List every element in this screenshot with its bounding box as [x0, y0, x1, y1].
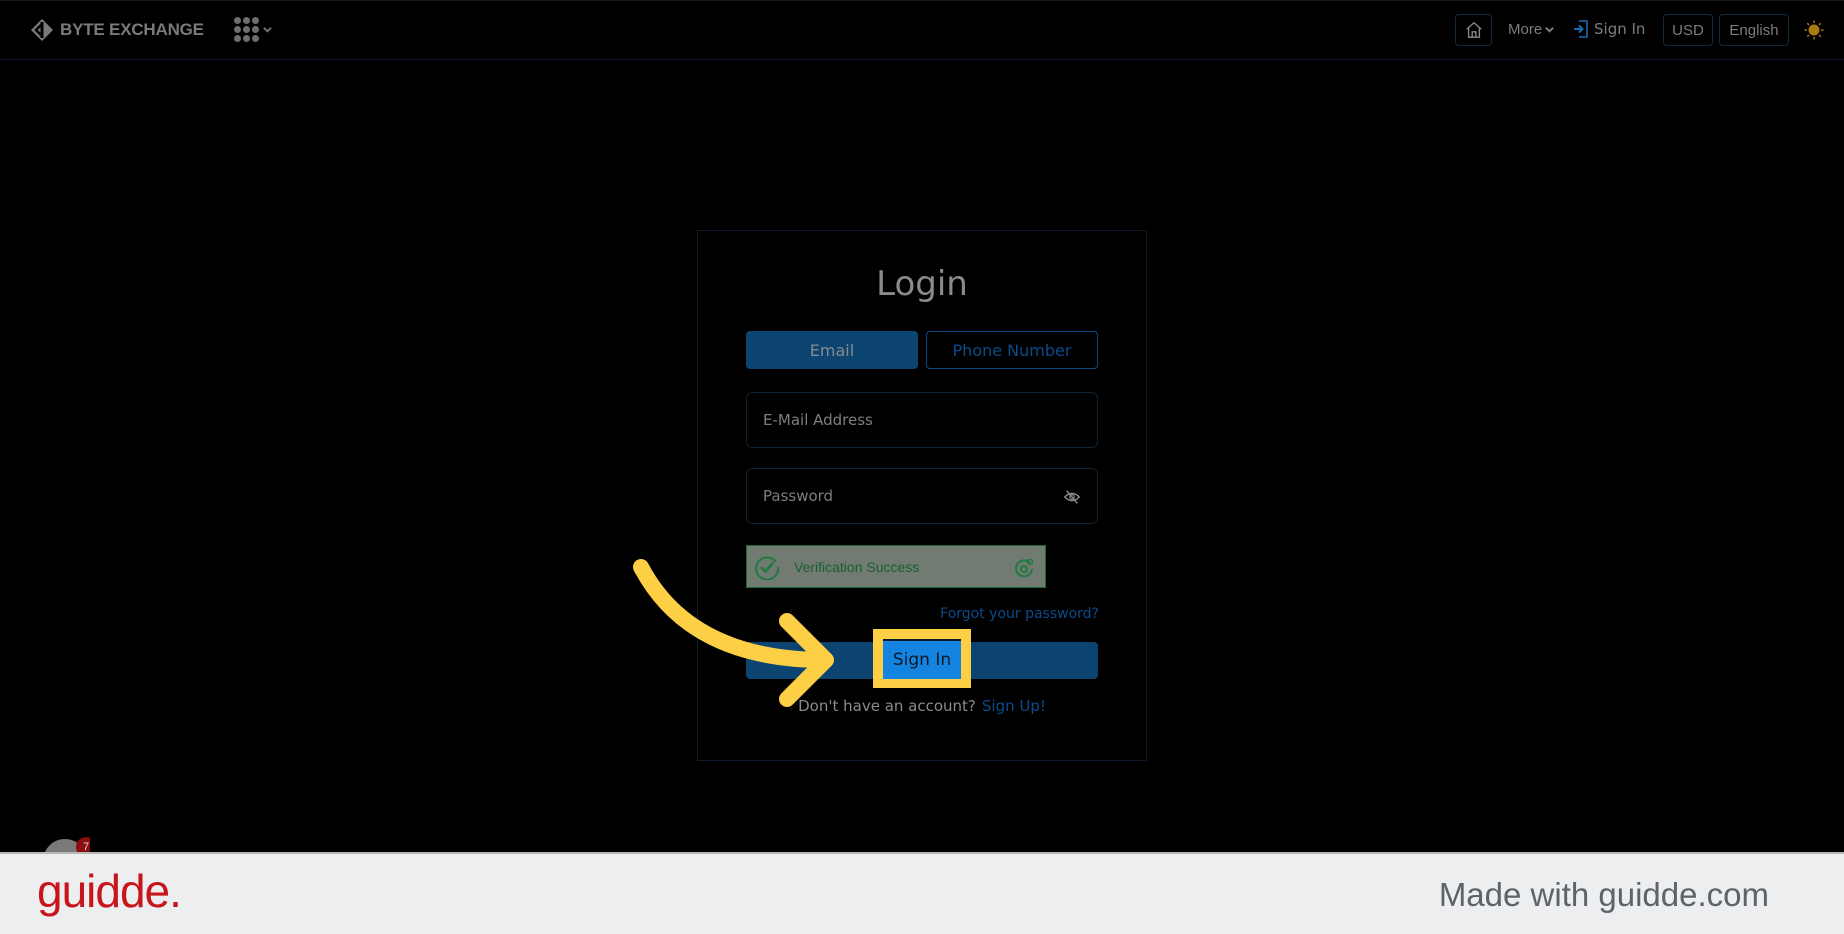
- byte-exchange-logo-icon: [31, 19, 53, 41]
- eye-off-icon[interactable]: [1063, 488, 1081, 506]
- apps-grid-icon: [234, 17, 259, 42]
- apps-menu-button[interactable]: [234, 17, 272, 42]
- email-field[interactable]: [746, 392, 1098, 448]
- home-icon: [1465, 21, 1482, 38]
- sign-up-link[interactable]: Sign Up!: [982, 697, 1046, 715]
- currency-selector[interactable]: USD: [1663, 14, 1713, 46]
- guidde-footer: guidde. Made with guidde.com: [0, 852, 1844, 934]
- highlight-box: Sign In: [873, 629, 971, 688]
- email-input[interactable]: [763, 411, 1063, 429]
- sign-in-label: Sign In: [1594, 20, 1646, 38]
- captcha-verification: Verification Success: [746, 545, 1046, 588]
- sign-in-button-label[interactable]: Sign In: [883, 639, 961, 679]
- language-selector[interactable]: English: [1719, 14, 1789, 46]
- password-input[interactable]: [763, 487, 1063, 505]
- guidde-logo: guidde.: [37, 865, 182, 917]
- home-button[interactable]: [1455, 14, 1492, 46]
- password-field[interactable]: [746, 468, 1098, 524]
- login-title: Login: [876, 264, 968, 304]
- brand-logo[interactable]: BYTE EXCHANGE: [30, 18, 204, 42]
- brand-name: BYTE EXCHANGE: [60, 20, 204, 39]
- sun-icon[interactable]: [1804, 20, 1824, 40]
- more-label: More: [1508, 21, 1543, 38]
- signup-prompt: Don't have an account?: [798, 697, 976, 715]
- top-nav: BYTE EXCHANGE More Sign In USD English: [0, 0, 1844, 60]
- signup-row: Don't have an account? Sign Up!: [698, 697, 1146, 715]
- refresh-icon[interactable]: [1013, 557, 1035, 579]
- made-with-text: Made with guidde.com: [1438, 876, 1769, 913]
- check-circle-icon: [755, 555, 780, 580]
- more-menu[interactable]: More: [1508, 21, 1554, 38]
- chevron-down-icon: [1545, 26, 1554, 33]
- tab-phone-number[interactable]: Phone Number: [926, 331, 1098, 369]
- header-sign-in-link[interactable]: Sign In: [1573, 20, 1645, 38]
- captcha-status: Verification Success: [794, 558, 920, 575]
- tab-email[interactable]: Email: [746, 331, 918, 369]
- chevron-down-icon: [263, 27, 272, 33]
- sign-in-icon: [1574, 20, 1588, 38]
- forgot-password-link[interactable]: Forgot your password?: [940, 606, 1099, 622]
